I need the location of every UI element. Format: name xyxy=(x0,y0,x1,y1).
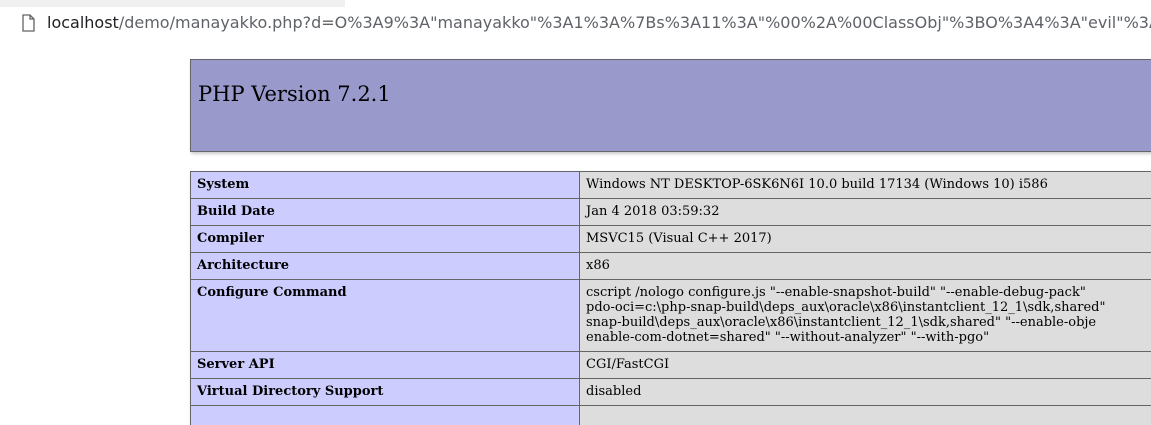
row-value-line: pdo-oci=c:\php-snap-build\deps_aux\oracl… xyxy=(586,300,1106,315)
row-value-line: MSVC15 (Visual C++ 2017) xyxy=(586,231,772,246)
row-value-line: Windows NT DESKTOP-6SK6N6I 10.0 build 17… xyxy=(586,177,1048,192)
row-value: Windows NT DESKTOP-6SK6N6I 10.0 build 17… xyxy=(579,171,1151,199)
row-value: disabled xyxy=(579,378,1151,406)
url-text[interactable]: localhost/demo/manayakko.php?d=O%3A9%3A"… xyxy=(47,12,1151,34)
table-row: Build Date Jan 4 2018 03:59:32 xyxy=(190,198,1151,226)
row-value-line: enable-com-dotnet=shared" "--without-ana… xyxy=(586,330,990,345)
row-key: Virtual Directory Support xyxy=(190,378,580,406)
table-row: Compiler MSVC15 (Visual C++ 2017) xyxy=(190,225,1151,253)
page-title: PHP Version 7.2.1 xyxy=(198,82,391,106)
row-key: Server API xyxy=(190,351,580,379)
php-version-header: PHP Version 7.2.1 xyxy=(190,59,1151,152)
table-row: System Windows NT DESKTOP-6SK6N6I 10.0 bu… xyxy=(190,171,1151,199)
phpinfo-table: System Windows NT DESKTOP-6SK6N6I 10.0 bu… xyxy=(190,171,1151,425)
row-value-line: snap-build\deps_aux\oracle\x86\instantcl… xyxy=(586,315,1097,330)
row-key: System xyxy=(190,171,580,199)
row-value-line: disabled xyxy=(586,384,642,399)
row-value-line: Jan 4 2018 03:59:32 xyxy=(586,204,720,219)
tab-strip-segment xyxy=(0,0,345,7)
row-value xyxy=(579,405,1151,425)
table-row: Architecture x86 xyxy=(190,252,1151,280)
row-value: MSVC15 (Visual C++ 2017) xyxy=(579,225,1151,253)
address-bar[interactable]: localhost/demo/manayakko.php?d=O%3A9%3A"… xyxy=(0,8,1151,38)
page-content: PHP Version 7.2.1 System Windows NT DESKT… xyxy=(0,38,1151,425)
phpinfo-table-body: System Windows NT DESKTOP-6SK6N6I 10.0 bu… xyxy=(190,171,1151,425)
row-key: Configure Command xyxy=(190,279,580,352)
table-row: Virtual Directory Support disabled xyxy=(190,378,1151,406)
row-value-line: x86 xyxy=(586,258,610,273)
table-row xyxy=(190,405,1151,425)
table-row: Configure Command cscript /nologo configu… xyxy=(190,279,1151,352)
row-value-line: cscript /nologo configure.js "--enable-s… xyxy=(586,285,1086,300)
row-value: cscript /nologo configure.js "--enable-s… xyxy=(579,279,1151,352)
row-key: Build Date xyxy=(190,198,580,226)
row-value: x86 xyxy=(579,252,1151,280)
row-key: Architecture xyxy=(190,252,580,280)
table-row: Server API CGI/FastCGI xyxy=(190,351,1151,379)
row-value-line: CGI/FastCGI xyxy=(586,357,670,372)
row-value: Jan 4 2018 03:59:32 xyxy=(579,198,1151,226)
row-key: Compiler xyxy=(190,225,580,253)
row-key xyxy=(190,405,580,425)
row-value: CGI/FastCGI xyxy=(579,351,1151,379)
url-path: /demo/manayakko.php?d=O%3A9%3A"manayakko… xyxy=(118,13,1151,32)
document-icon xyxy=(22,14,35,32)
url-host: localhost xyxy=(47,13,119,32)
